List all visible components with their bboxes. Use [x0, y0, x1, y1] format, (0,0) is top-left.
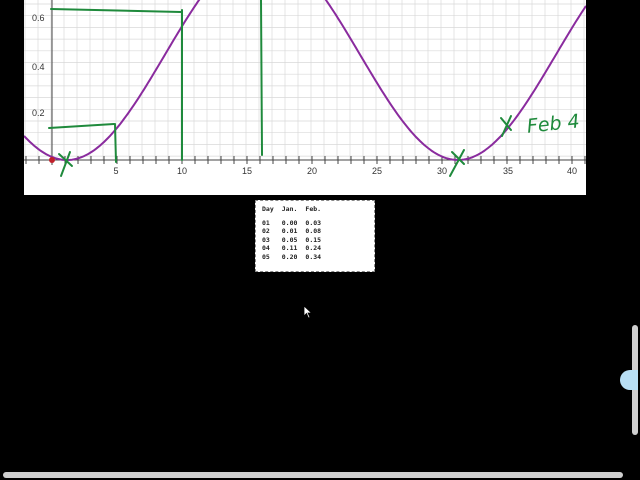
y-tick-label: 0.2 — [32, 108, 45, 118]
table-cell: 03 — [262, 235, 270, 244]
x-tick-label: 30 — [437, 166, 447, 176]
table-cell: 05 — [262, 252, 270, 261]
x-tick-label: 5 — [113, 166, 118, 176]
vertical-scrollbar[interactable] — [630, 0, 640, 470]
ink-line-low — [48, 123, 115, 129]
x-tick-label: 20 — [307, 166, 317, 176]
grid-lines — [24, 0, 586, 165]
ink-line-vertical-16 — [260, 0, 263, 156]
table-cell: 01 — [262, 218, 270, 227]
x-tick-label: 15 — [242, 166, 252, 176]
table-header: Feb. — [305, 205, 322, 213]
table-cell: 0.20 — [281, 252, 298, 261]
table-cell: 0.00 — [281, 218, 298, 227]
horizontal-scrollbar[interactable] — [0, 470, 640, 480]
table-row: 04 0.11 0.24 — [262, 244, 329, 253]
table-cell: 0.11 — [281, 244, 298, 253]
ink-line-vertical-5 — [114, 123, 117, 163]
x-tick-label: 40 — [567, 166, 577, 176]
table-row: 01 0.00 0.03 — [262, 219, 329, 228]
table-row: 03 0.05 0.15 — [262, 236, 329, 245]
table-cell: 0.01 — [281, 227, 298, 236]
expand-handle-icon[interactable] — [620, 370, 638, 390]
horizontal-scroll-thumb[interactable] — [3, 472, 623, 478]
origin-point — [49, 157, 55, 163]
x-tick-label: 35 — [503, 166, 513, 176]
table-cell: 0.15 — [305, 235, 322, 244]
handwritten-ink — [48, 0, 512, 177]
table-cell: 0.08 — [305, 227, 322, 236]
x-mark-2 — [449, 149, 465, 177]
table-cell: 04 — [262, 244, 270, 253]
data-table: Day Jan. Feb. 01 0.00 0.03 02 0.01 0.08 … — [262, 205, 329, 262]
feb-4-annotation: Feb 4 — [526, 110, 581, 137]
x-tick-label: 25 — [372, 166, 382, 176]
screen-canvas: 0.6 0.4 0.2 5 10 15 20 25 30 35 40 Feb 4… — [0, 0, 640, 480]
x-axis — [24, 156, 586, 164]
table-row: 05 0.20 0.34 — [262, 253, 329, 262]
table-cell: 02 — [262, 227, 270, 236]
data-table-card: Day Jan. Feb. 01 0.00 0.03 02 0.01 0.08 … — [255, 200, 375, 272]
arrow-cursor-icon — [303, 305, 313, 319]
table-cell: 0.05 — [281, 235, 298, 244]
table-cell: 0.03 — [305, 218, 322, 227]
x-tick-labels: 5 10 15 20 25 30 35 40 — [113, 166, 577, 176]
table-cell: 0.34 — [305, 252, 322, 261]
y-tick-label: 0.6 — [32, 13, 45, 23]
table-row: 02 0.01 0.08 — [262, 227, 329, 236]
table-header-row: Day Jan. Feb. — [262, 205, 329, 219]
table-cell: 0.24 — [305, 244, 322, 253]
x-mark-1 — [58, 151, 73, 177]
table-header: Day — [262, 205, 274, 213]
table-header: Jan. — [281, 205, 298, 213]
graph-panel: 0.6 0.4 0.2 5 10 15 20 25 30 35 40 Feb 4 — [24, 0, 586, 195]
x-tick-label: 10 — [177, 166, 187, 176]
y-tick-label: 0.4 — [32, 62, 45, 72]
